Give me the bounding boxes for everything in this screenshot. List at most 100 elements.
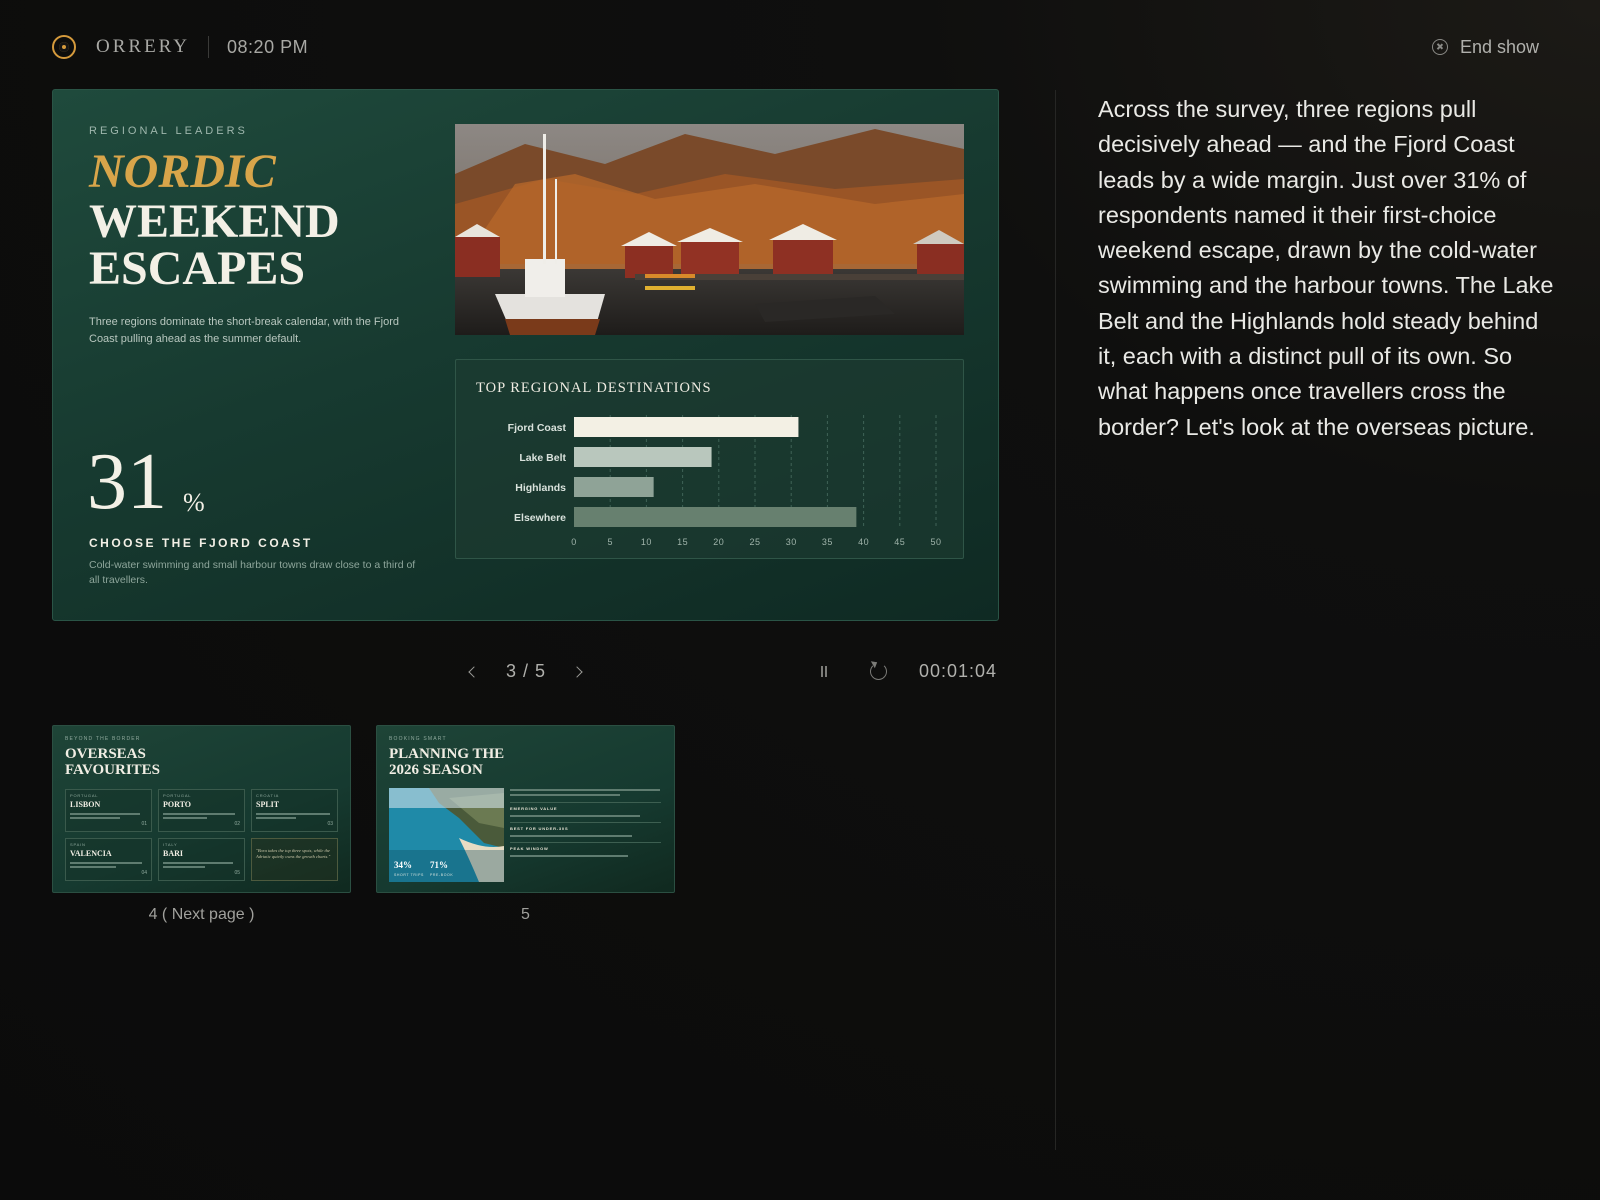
divider	[510, 842, 661, 843]
quote-card: "Bora takes the top three spots, while t…	[251, 838, 338, 881]
x-tick-label: 20	[713, 537, 724, 547]
top-divider	[208, 36, 210, 58]
bar	[574, 477, 654, 497]
end-show-button[interactable]: End show	[1432, 34, 1539, 60]
speaker-notes: Across the survey, three regions pull de…	[1098, 96, 1554, 440]
text-placeholder	[163, 813, 235, 815]
x-tick-label: 50	[930, 537, 941, 547]
thumb-stat: 34%	[394, 860, 412, 870]
text-placeholder	[163, 817, 207, 819]
close-circle-icon	[1432, 39, 1448, 55]
card-city: BARI	[163, 849, 184, 858]
text-placeholder	[510, 794, 620, 796]
text-placeholder	[70, 866, 116, 868]
restart-icon[interactable]	[870, 663, 887, 680]
x-tick-label: 10	[641, 537, 652, 547]
card-region: CROATIA	[256, 793, 280, 798]
thumbnail-caption: 4 ( Next page )	[148, 906, 255, 923]
page-indicator: 3 / 5	[505, 661, 547, 681]
app-brand: ORRERY	[96, 36, 191, 57]
card-number: 01	[141, 821, 147, 827]
stat-description: Cold-water swimming and small harbour to…	[89, 559, 416, 586]
x-tick-label: 5	[607, 537, 613, 547]
thumbnail-caption: 5	[521, 906, 530, 923]
thumb-heading: BEST FOR UNDER-30S	[510, 826, 569, 831]
thumb-stat-label: SHORT TRIPS	[394, 873, 424, 877]
destination-card: PORTUGAL LISBON 01	[65, 789, 152, 832]
category-label: Elsewhere	[514, 512, 566, 524]
bar	[574, 507, 857, 527]
destination-card: PORTUGAL PORTO 02	[158, 789, 245, 832]
divider	[510, 802, 661, 803]
quote-text: "Bora takes the top three spots, while t…	[256, 848, 331, 859]
thumb-title-line: 2026 SEASON	[389, 762, 483, 778]
orrery-logo-icon	[52, 35, 76, 59]
card-city: LISBON	[70, 800, 101, 809]
card-city: VALENCIA	[70, 849, 112, 858]
x-tick-label: 35	[822, 537, 833, 547]
card-city: PORTO	[163, 800, 192, 809]
text-placeholder	[256, 813, 330, 815]
thumbnail-slide-5[interactable]: BOOKING SMART PLANNING THE 2026 SEASON 3…	[376, 725, 675, 893]
thumb-stat-label: PRE-BOOK	[430, 873, 454, 877]
thumb-heading: EMERGING VALUE	[510, 806, 558, 811]
x-tick-label: 0	[571, 537, 577, 547]
thumb-title-line: PLANNING THE	[389, 746, 505, 762]
x-tick-label: 15	[677, 537, 688, 547]
bar-chart: Fjord Coast Lake Belt Highlands Elsewhere 0 5…	[508, 415, 941, 547]
card-region: PORTUGAL	[70, 793, 99, 798]
pause-icon[interactable]	[818, 664, 832, 680]
slide-title-line: ESCAPES	[89, 242, 306, 295]
category-label: Highlands	[515, 482, 566, 494]
card-region: ITALY	[163, 842, 178, 847]
end-show-label: End show	[1460, 36, 1540, 57]
text-placeholder	[510, 855, 628, 857]
thumb-title-line: OVERSEAS	[65, 746, 146, 762]
chevron-right-icon	[571, 666, 583, 678]
slide-subtitle: Three regions dominate the short-break c…	[89, 316, 399, 345]
destination-card: ITALY BARI 05	[158, 838, 245, 881]
card-number: 03	[327, 821, 333, 827]
current-slide: REGIONAL LEADERS NORDIC WEEKEND ESCAPES …	[52, 89, 999, 621]
bar	[574, 447, 712, 467]
stat-value: 31	[87, 438, 167, 526]
coast-photo: 34% SHORT TRIPS 71% PRE-BOOK	[389, 788, 504, 882]
category-label: Lake Belt	[519, 452, 566, 464]
slide-eyebrow: REGIONAL LEADERS	[89, 125, 248, 137]
card-city: SPLIT	[256, 800, 280, 809]
text-placeholder	[510, 815, 640, 817]
text-placeholder	[163, 866, 205, 868]
panel-divider	[1055, 90, 1056, 1150]
category-label: Fjord Coast	[508, 422, 567, 434]
card-number: 02	[234, 821, 240, 827]
elapsed-timer: 00:01:04	[919, 661, 998, 681]
harbour-photo	[455, 124, 964, 335]
card-number: 04	[141, 870, 147, 876]
text-placeholder	[510, 789, 660, 791]
text-placeholder	[70, 817, 120, 819]
chevron-left-icon	[468, 666, 480, 678]
thumb-title: PLANNING THE 2026 SEASON	[389, 746, 504, 778]
thumb-title-line: FAVOURITES	[65, 762, 161, 778]
text-placeholder	[163, 862, 233, 864]
divider	[510, 822, 661, 823]
previous-slide-button[interactable]	[462, 661, 482, 685]
thumbnail-slide-4[interactable]: BEYOND THE BORDER OVERSEAS FAVOURITES PO…	[52, 725, 351, 893]
x-tick-label: 25	[749, 537, 760, 547]
clock: 08:20 PM	[227, 36, 309, 57]
destination-card: SPAIN VALENCIA 04	[65, 838, 152, 881]
text-placeholder	[70, 813, 140, 815]
slide-title-line: WEEKEND	[89, 195, 340, 248]
top-bar: ORRERY 08:20 PM	[52, 34, 308, 60]
x-tick-label: 40	[858, 537, 869, 547]
destination-card: CROATIA SPLIT 03	[251, 789, 338, 832]
card-region: PORTUGAL	[163, 793, 192, 798]
next-slide-button[interactable]	[570, 661, 590, 685]
x-tick-label: 30	[786, 537, 797, 547]
thumb-eyebrow: BEYOND THE BORDER	[65, 736, 141, 742]
text-placeholder	[70, 862, 142, 864]
x-tick-label: 45	[894, 537, 905, 547]
destinations-chart: TOP REGIONAL DESTINATIONS Fjord Coast Lak…	[455, 359, 964, 559]
text-placeholder	[510, 835, 632, 837]
stat-label: CHOOSE THE FJORD COAST	[89, 536, 313, 550]
